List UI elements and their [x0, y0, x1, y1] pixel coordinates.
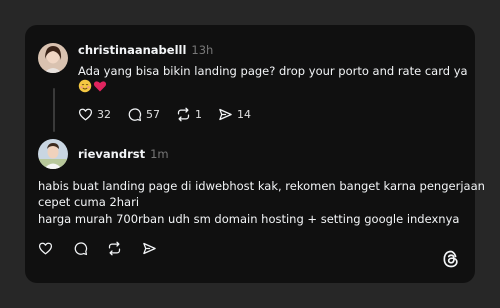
post1-comment-button[interactable]: 57 [127, 107, 160, 122]
post2-text-line1: habis buat landing page di idwebhost kak… [38, 179, 485, 193]
post1-emojis [78, 79, 107, 93]
send-icon [143, 242, 156, 255]
post1-share-button[interactable]: 14 [218, 107, 251, 122]
post1-text-line1: Ada yang bisa bikin landing page? drop y… [78, 64, 468, 78]
post1-like-button[interactable]: 32 [78, 107, 111, 122]
repost-icon [177, 107, 190, 122]
comment-icon [128, 108, 142, 122]
thread-connector-line [53, 88, 55, 132]
avatar-christinaanabelll[interactable] [38, 43, 68, 73]
post2-like-button[interactable] [38, 241, 53, 260]
threads-logo-glyph [443, 250, 458, 268]
avatar-image [38, 43, 68, 73]
avatar-rievandrst[interactable] [38, 139, 68, 169]
red-heart-emoji-icon [93, 81, 107, 92]
threads-logo-icon[interactable] [441, 249, 461, 273]
post1-header: christinaanabelll 13h [78, 43, 213, 57]
repost-icon [108, 241, 121, 256]
post1-repost-button[interactable]: 1 [176, 107, 202, 122]
send-icon [219, 108, 232, 121]
comment-icon [74, 242, 88, 256]
post2-share-button[interactable] [142, 241, 157, 260]
post1-like-count: 32 [97, 108, 111, 121]
post1-timestamp: 13h [191, 43, 214, 57]
avatar-image [38, 139, 68, 169]
post2-timestamp: 1m [150, 147, 169, 161]
post2-repost-button[interactable] [107, 241, 122, 260]
heart-icon [38, 242, 53, 255]
smiling-face-emoji-icon [78, 79, 92, 93]
post2-text-line3: harga murah 700rban udh sm domain hostin… [38, 212, 460, 226]
post2-comment-button[interactable] [73, 241, 88, 260]
post1-comment-count: 57 [146, 108, 160, 121]
post2-header: rievandrst 1m [78, 147, 169, 161]
post1-share-count: 14 [237, 108, 251, 121]
post2-text-line2: cepet cuma 2hari [38, 195, 140, 209]
post1-repost-count: 1 [195, 108, 202, 121]
post1-username[interactable]: christinaanabelll [78, 43, 186, 57]
heart-icon [78, 108, 93, 121]
post2-username[interactable]: rievandrst [78, 147, 145, 161]
